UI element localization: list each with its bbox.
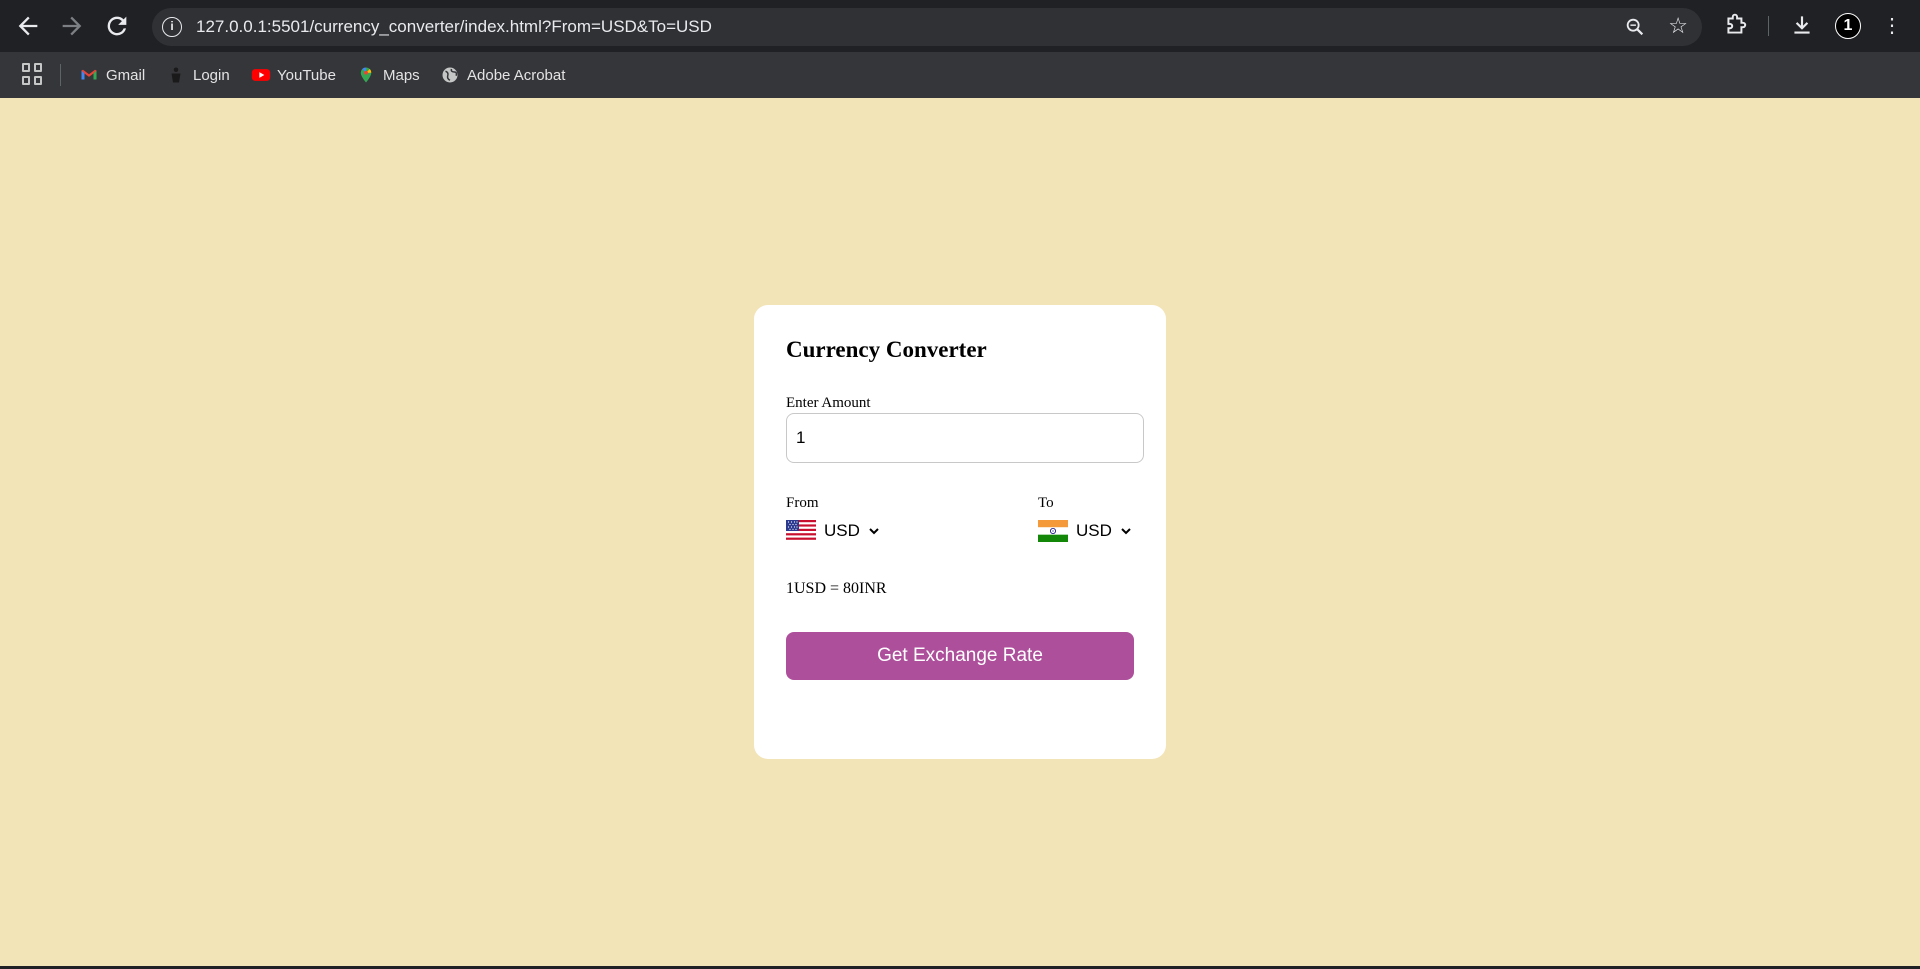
apps-grid-icon[interactable] — [22, 63, 44, 85]
bookmark-login[interactable]: Login — [167, 64, 230, 86]
bookmark-maps[interactable]: Maps — [357, 64, 420, 86]
amount-input[interactable] — [786, 413, 1144, 463]
to-currency-value: USD — [1076, 521, 1112, 540]
menu-dots-icon[interactable]: ⋮ — [1878, 12, 1906, 40]
bookmark-adobe-acrobat[interactable]: Adobe Acrobat — [441, 64, 565, 86]
bookmark-label: YouTube — [277, 66, 336, 84]
bookmark-label: Login — [193, 66, 230, 84]
back-button[interactable] — [14, 12, 42, 40]
bookmark-label: Gmail — [106, 66, 146, 84]
download-icon[interactable] — [1788, 12, 1816, 40]
chevron-down-icon — [1121, 528, 1131, 535]
bookmark-label: Adobe Acrobat — [467, 66, 566, 84]
toolbar-divider — [1768, 16, 1769, 36]
arrow-left-icon — [18, 16, 38, 36]
bookmark-star-icon[interactable]: ☆ — [1668, 13, 1688, 39]
bookmark-label: Maps — [383, 66, 420, 84]
login-icon — [167, 66, 185, 84]
bookmarks-bar: Gmail Login YouTube Maps Adobe Acrobat — [0, 52, 1920, 98]
globe-icon — [441, 66, 459, 84]
exchange-rate-text: 1USD = 80INR — [786, 580, 887, 597]
maps-icon — [357, 66, 375, 84]
site-info-icon[interactable]: i — [162, 17, 182, 37]
india-flag-icon — [1038, 520, 1068, 542]
bookmark-gmail[interactable]: Gmail — [80, 64, 145, 86]
forward-button[interactable] — [58, 12, 86, 40]
gmail-icon — [80, 66, 98, 84]
arrow-right-icon — [62, 16, 82, 36]
profile-avatar[interactable]: 1 — [1835, 13, 1861, 39]
chevron-down-icon — [869, 528, 879, 535]
bookmarks-divider — [60, 64, 61, 86]
us-flag-icon — [786, 520, 816, 542]
page-title: Currency Converter — [786, 337, 987, 362]
to-currency-select[interactable]: USD — [1038, 520, 1132, 542]
from-label: From — [786, 495, 819, 511]
converter-card: Currency Converter Enter Amount From — [754, 305, 1166, 759]
extensions-icon[interactable] — [1722, 12, 1750, 40]
get-exchange-rate-button[interactable]: Get Exchange Rate — [786, 632, 1134, 680]
url-text[interactable]: 127.0.0.1:5501/currency_converter/index.… — [196, 8, 712, 46]
to-label: To — [1038, 495, 1054, 511]
address-bar[interactable]: i 127.0.0.1:5501/currency_converter/inde… — [152, 8, 1702, 46]
amount-label: Enter Amount — [786, 395, 871, 411]
from-currency-select[interactable]: USD — [786, 520, 880, 542]
bookmark-youtube[interactable]: YouTube — [251, 64, 336, 86]
browser-toolbar: i 127.0.0.1:5501/currency_converter/inde… — [0, 0, 1920, 52]
reload-icon — [107, 16, 127, 36]
from-currency-value: USD — [824, 521, 860, 540]
zoom-icon[interactable] — [1624, 16, 1646, 38]
youtube-icon — [251, 66, 271, 84]
reload-button[interactable] — [103, 12, 131, 40]
